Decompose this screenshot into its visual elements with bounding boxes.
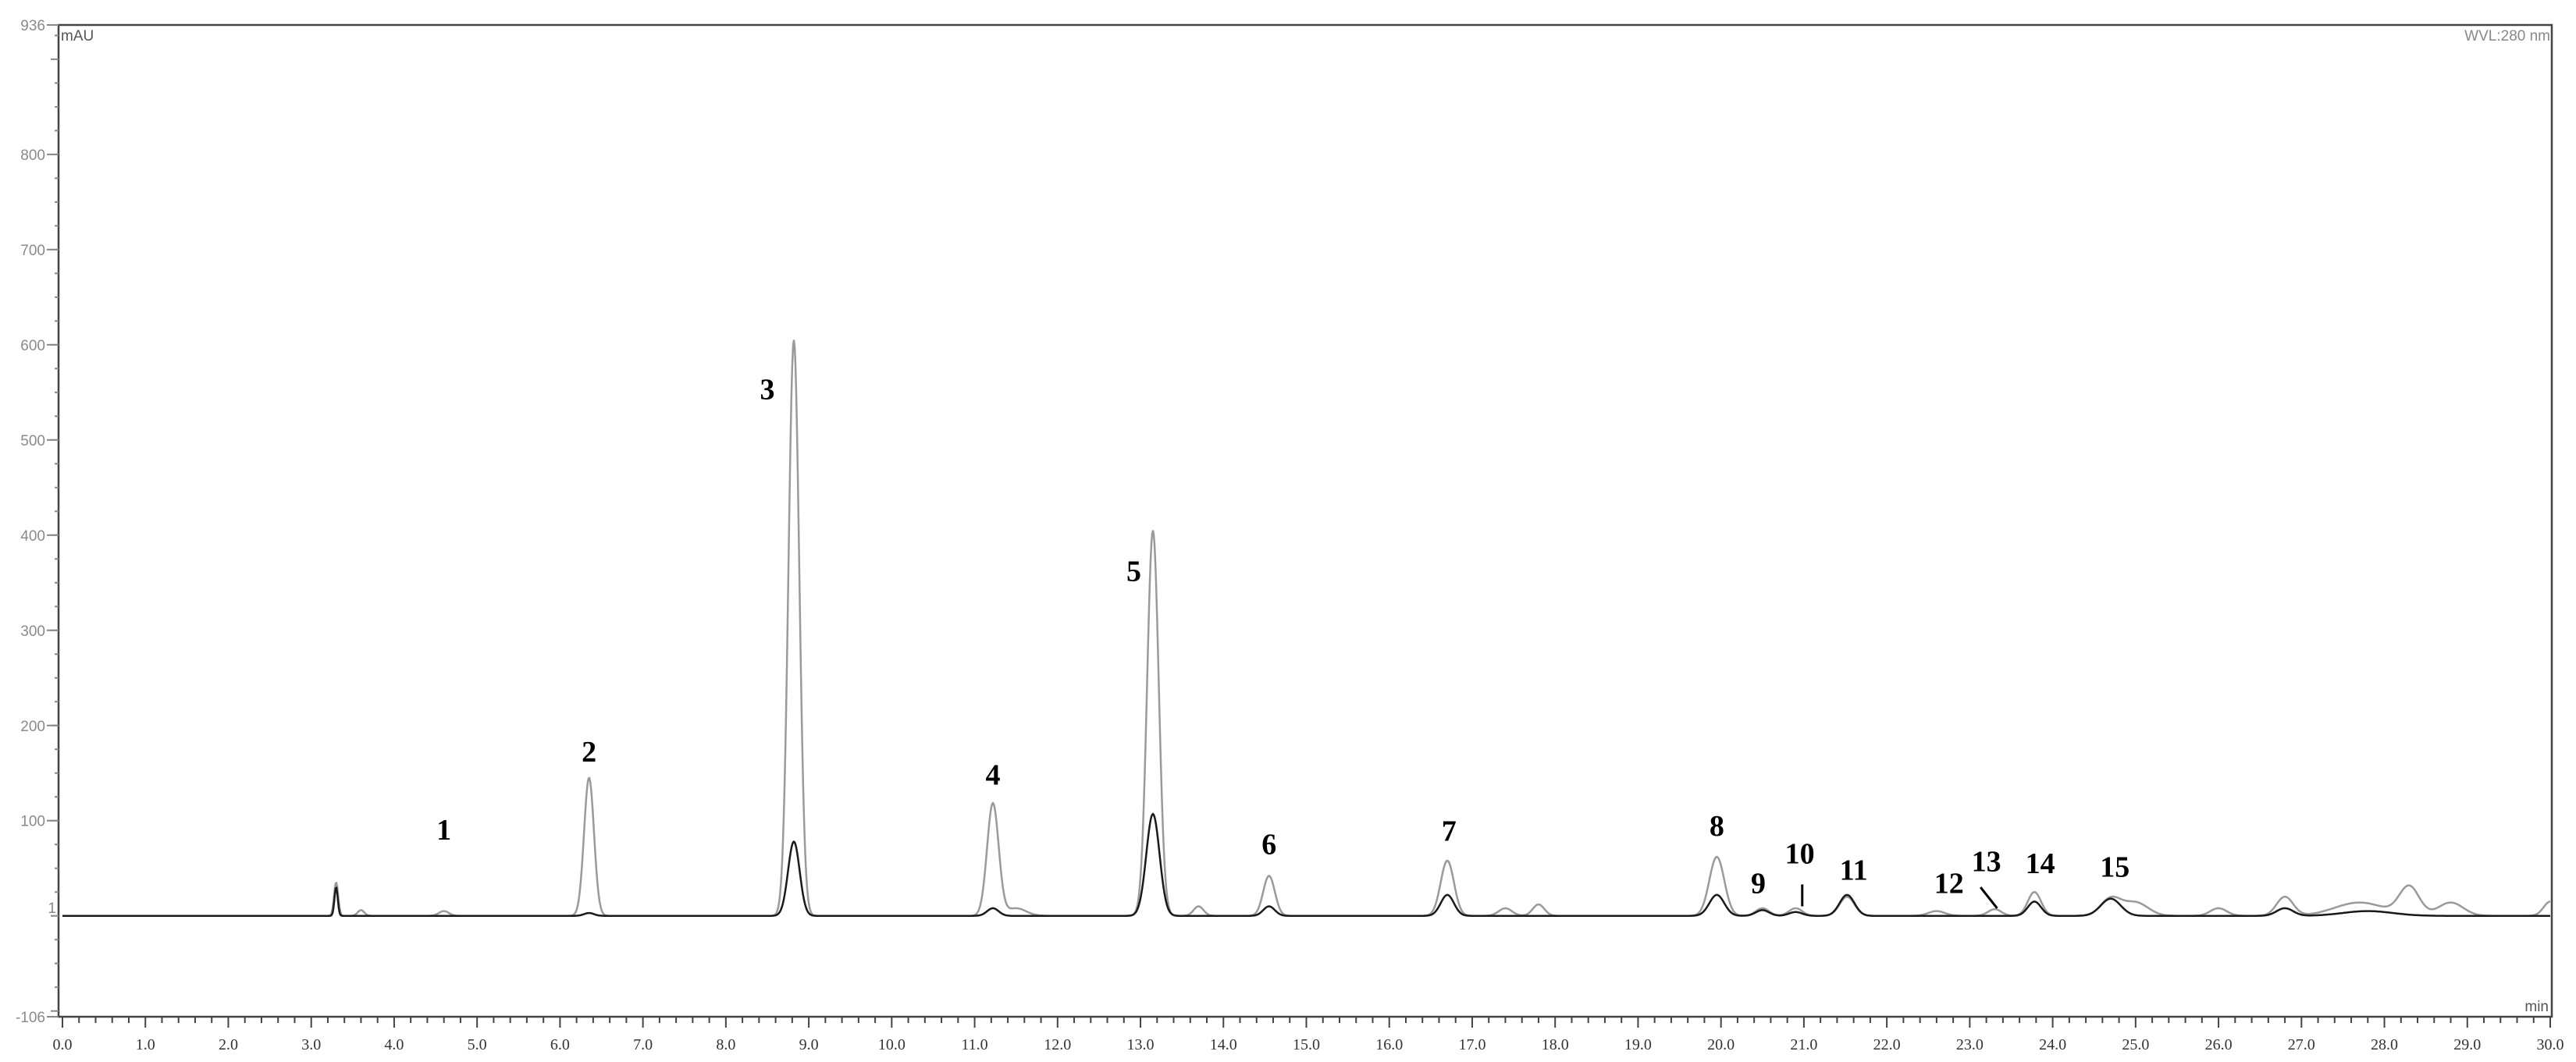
peak-label-6: 6 [1261,828,1276,861]
x-tick-label: 18.0 [1542,1036,1569,1053]
x-tick-label: 8.0 [716,1036,735,1053]
x-tick-label: 13.0 [1127,1036,1155,1053]
peak-label-5: 5 [1126,555,1141,588]
x-tick-label: 4.0 [384,1036,404,1053]
x-tick-label: 19.0 [1624,1036,1652,1053]
peak-label-12: 12 [1934,867,1964,900]
peak-label-11: 11 [1840,854,1868,886]
x-tick-label: 3.0 [301,1036,321,1053]
x-tick-label: 29.0 [2453,1036,2481,1053]
wavelength-label: WVL:280 nm [2464,28,2550,44]
x-tick-label: 24.0 [2039,1036,2066,1053]
peak-labels: 123456 7 8910 11 1213 14 15 [436,373,2129,909]
peak-label-2: 2 [582,736,596,769]
x-tick-label: 28.0 [2371,1036,2398,1053]
peak-label-14: 14 [2026,847,2055,880]
peak-label-3: 3 [760,373,774,406]
x-tick-label: 25.0 [2122,1036,2149,1053]
axes: 0.0 1.0 2.0 3.0 4.0 5.0 6.0 7.0 8.0 9.0 10.0 11.0 12… [16,18,2564,1053]
x-tick-label: 10.0 [878,1036,906,1053]
x-tick-label: 22.0 [1873,1036,1901,1053]
y-tick-label: 800 [20,147,45,164]
x-tick-label: 1.0 [136,1036,155,1053]
x-tick-label: 14.0 [1210,1036,1237,1053]
peak-label-10: 10 [1785,838,1815,871]
x-tick-label: 20.0 [1707,1036,1735,1053]
x-tick-label: 21.0 [1790,1036,1817,1053]
peak-label-8: 8 [1710,810,1724,843]
y-tick-label: 400 [20,528,45,545]
x-tick-label: 7.0 [633,1036,653,1053]
x-tick-label: 30.0 [2537,1036,2564,1053]
x-tick-label: 26.0 [2205,1036,2233,1053]
y-tick-label: 500 [20,433,45,449]
peak-label-13: 13 [1972,845,2001,878]
y-unit-label: mAU [61,28,94,44]
peak-pointer-13 [1980,886,1998,909]
x-tick-label: 12.0 [1044,1036,1071,1053]
x-tick-label: 0.0 [53,1036,73,1053]
x-unit-label: min [2524,999,2549,1015]
chromatogram-chart: mAU WVL:280 nm min 1 0.0 1.0 2.0 3.0 4.0 5.0 6… [16,18,2564,1053]
x-tick-label: 5.0 [468,1036,487,1053]
x-tick-label: 15.0 [1293,1036,1320,1053]
y-tick-label: 936 [20,18,45,34]
peak-label-1: 1 [436,814,451,847]
x-tick-label: 27.0 [2288,1036,2315,1053]
plot-frame [57,23,2553,1018]
x-tick-label: 9.0 [799,1036,819,1053]
x-tick-label: 11.0 [961,1036,987,1053]
y-tick-label: 300 [20,623,45,640]
sample-trace-gray [62,339,2551,917]
y-tick-label: 700 [20,243,45,259]
peak-label-7: 7 [1442,815,1457,847]
peak-label-4: 4 [985,758,1000,791]
x-tick-label: 17.0 [1458,1036,1485,1053]
y-tick-label: 600 [20,338,45,354]
sample-trace-black [62,812,2550,917]
peak-label-9: 9 [1751,867,1766,900]
trace-marker: 1 [48,900,56,917]
y-tick-label: 100 [20,814,45,830]
x-tick-label: 23.0 [1956,1036,1984,1053]
y-tick-label: 200 [20,719,45,735]
peak-label-15: 15 [2100,851,2129,884]
traces [62,339,2551,917]
y-tick-label: -106 [16,1010,45,1026]
x-tick-label: 2.0 [219,1036,238,1053]
x-tick-label: 6.0 [550,1036,570,1053]
x-tick-label: 16.0 [1375,1036,1403,1053]
